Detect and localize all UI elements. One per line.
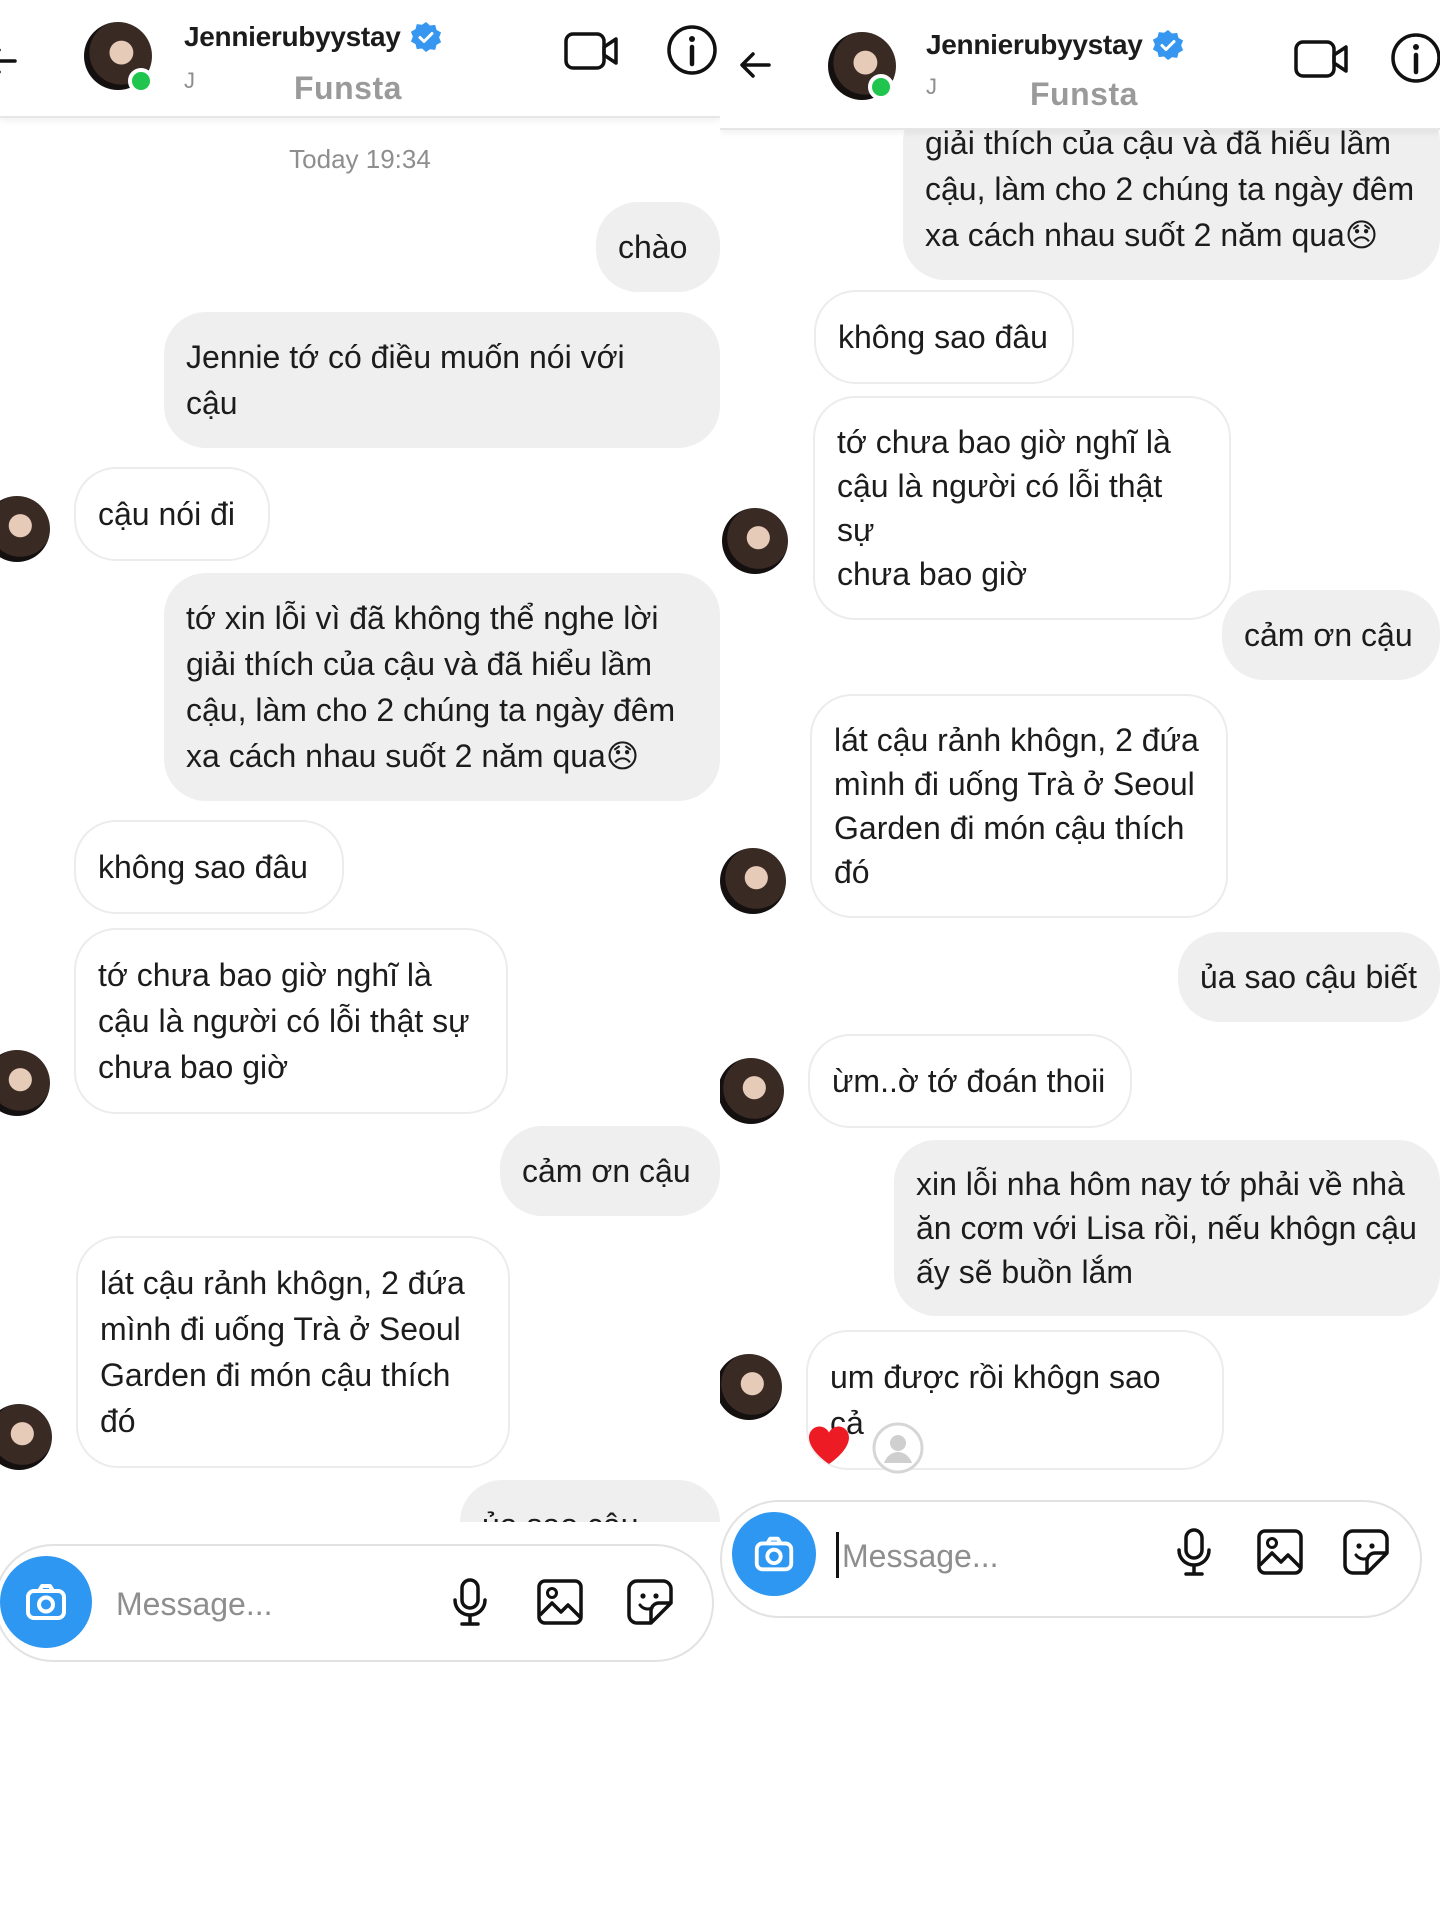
timestamp: Today 19:34 bbox=[289, 144, 431, 174]
message-bubble-incoming[interactable]: um được rồi khôgn sao cả bbox=[806, 1330, 1224, 1470]
contact-name: Jennierubyystay bbox=[184, 21, 401, 52]
sender-avatar[interactable] bbox=[720, 848, 786, 914]
camera-icon bbox=[754, 1536, 794, 1572]
message-bubble-outgoing[interactable]: chào bbox=[596, 202, 720, 292]
contact-name-row[interactable]: Jennierubyystay bbox=[926, 28, 1185, 62]
gallery-button[interactable] bbox=[1250, 1522, 1310, 1582]
sender-avatar[interactable] bbox=[722, 508, 788, 574]
sender-avatar[interactable] bbox=[0, 496, 50, 562]
sticker-icon bbox=[627, 1579, 673, 1625]
video-camera-icon bbox=[1294, 40, 1348, 78]
sticker-button[interactable] bbox=[620, 1572, 680, 1632]
message-bubble-outgoing[interactable]: tớ xin lỗi vì đã không thể nghe lời giải… bbox=[164, 573, 720, 801]
arrow-left-icon bbox=[0, 48, 17, 74]
message-bubble-incoming[interactable]: tớ chưa bao giờ nghĩ là cậu là người có … bbox=[813, 396, 1231, 620]
contact-name-row[interactable]: Jennierubyystay bbox=[184, 20, 443, 54]
voice-message-button[interactable] bbox=[440, 1572, 500, 1632]
verified-badge-icon bbox=[1152, 30, 1183, 60]
message-bubble-incoming[interactable]: cậu nói đi bbox=[74, 467, 270, 561]
microphone-icon bbox=[1177, 1528, 1211, 1576]
sender-avatar[interactable] bbox=[0, 1404, 52, 1470]
account-label: Funsta bbox=[1030, 76, 1138, 112]
message-bubble-outgoing[interactable]: cảm ơn cậu bbox=[1222, 590, 1440, 680]
chat-screenshot-left: Jennierubyystay J Funsta Today 19:34 chà… bbox=[0, 0, 720, 1920]
chat-screenshot-right: giải thích của cậu và đã hiểu lầm cậu, l… bbox=[720, 0, 1440, 1920]
microphone-icon bbox=[453, 1578, 487, 1626]
message-composer bbox=[720, 1500, 1422, 1618]
sticker-icon bbox=[1343, 1529, 1389, 1575]
camera-icon bbox=[26, 1584, 66, 1620]
message-bubble-outgoing[interactable]: cảm ơn cậu bbox=[500, 1126, 720, 1216]
message-bubble-incoming[interactable]: lát cậu rảnh khôgn, 2 đứa mình đi uống T… bbox=[76, 1236, 510, 1468]
voice-message-button[interactable] bbox=[1164, 1522, 1224, 1582]
message-bubble-incoming[interactable]: lát cậu rảnh khôgn, 2 đứa mình đi uống T… bbox=[810, 694, 1228, 918]
sender-avatar[interactable] bbox=[720, 1354, 782, 1420]
image-icon bbox=[1257, 1529, 1303, 1575]
gallery-button[interactable] bbox=[530, 1572, 590, 1632]
online-status-dot bbox=[868, 74, 894, 100]
message-bubble-outgoing[interactable]: ủa sao cậu biết bbox=[1178, 932, 1440, 1022]
video-camera-icon bbox=[564, 32, 618, 70]
contact-subname: J bbox=[926, 74, 937, 99]
arrow-left-icon bbox=[740, 52, 771, 78]
image-icon bbox=[537, 1579, 583, 1625]
text-cursor bbox=[836, 1532, 839, 1578]
reactor-avatar[interactable] bbox=[872, 1422, 924, 1479]
chat-header: Jennierubyystay J Funsta bbox=[0, 0, 720, 118]
heart-reaction[interactable] bbox=[806, 1424, 852, 1471]
sticker-button[interactable] bbox=[1336, 1522, 1396, 1582]
contact-subname: J bbox=[184, 68, 195, 93]
message-bubble-incoming[interactable]: tớ chưa bao giờ nghĩ là cậu là người có … bbox=[74, 928, 508, 1114]
back-button[interactable] bbox=[0, 36, 26, 86]
message-composer bbox=[0, 1544, 714, 1662]
sender-avatar[interactable] bbox=[720, 1058, 784, 1124]
info-icon bbox=[1391, 33, 1440, 83]
camera-button[interactable] bbox=[732, 1512, 816, 1596]
info-icon bbox=[667, 25, 717, 75]
message-input[interactable] bbox=[840, 1528, 1174, 1584]
video-call-button[interactable] bbox=[1292, 34, 1352, 84]
message-bubble-incoming[interactable]: không sao đâu bbox=[74, 820, 344, 914]
contact-name: Jennierubyystay bbox=[926, 29, 1143, 60]
info-button[interactable] bbox=[1388, 30, 1440, 86]
online-status-dot bbox=[128, 68, 154, 94]
default-user-icon bbox=[872, 1422, 924, 1474]
heart-icon bbox=[809, 1426, 849, 1464]
verified-badge-icon bbox=[410, 22, 441, 52]
account-label: Funsta bbox=[294, 70, 402, 106]
camera-button[interactable] bbox=[0, 1556, 92, 1648]
info-button[interactable] bbox=[664, 22, 720, 78]
message-bubble-outgoing[interactable]: xin lỗi nha hôm nay tớ phải về nhà ăn cơ… bbox=[894, 1140, 1440, 1316]
message-bubble-outgoing[interactable]: Jennie tớ có điều muốn nói với cậu bbox=[164, 312, 720, 448]
message-bubble-incoming[interactable]: ừm..ờ tớ đoán thoii bbox=[808, 1034, 1132, 1128]
back-button[interactable] bbox=[730, 40, 780, 90]
sender-avatar[interactable] bbox=[0, 1050, 50, 1116]
message-bubble-incoming[interactable]: không sao đâu bbox=[814, 290, 1074, 384]
video-call-button[interactable] bbox=[562, 26, 622, 76]
message-input[interactable] bbox=[114, 1576, 448, 1632]
chat-header: Jennierubyystay J Funsta bbox=[720, 12, 1440, 130]
